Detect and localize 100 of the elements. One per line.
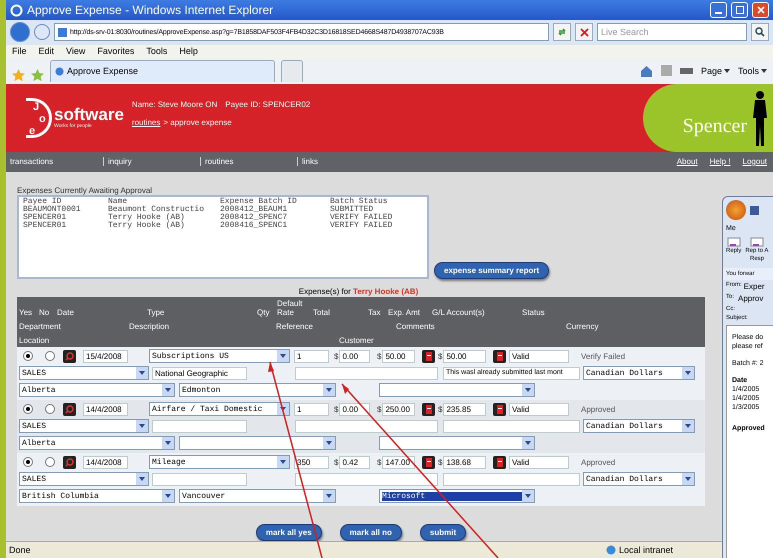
yes-radio[interactable] [23, 351, 33, 362]
search-icon[interactable] [63, 402, 76, 416]
action-button[interactable]: mark all no [340, 524, 402, 541]
description-field[interactable]: National Geographic [152, 366, 247, 380]
expense-list[interactable] [17, 194, 429, 279]
dropdown[interactable]: Canadian Dollars [583, 366, 695, 380]
list-cell[interactable]: SPENCER01 [23, 214, 108, 222]
reference-field[interactable] [295, 472, 438, 486]
comments-field[interactable] [443, 420, 580, 433]
action-button[interactable]: submit [420, 524, 466, 541]
nav-link[interactable]: Help ! [710, 157, 731, 166]
list-cell[interactable]: VERIFY FAILED [330, 214, 423, 222]
dropdown[interactable]: Alberta [19, 436, 175, 450]
list-cell[interactable]: 2008412_SPENC7 [220, 214, 330, 222]
amount-field[interactable]: 0.42 [339, 456, 370, 469]
dropdown[interactable] [179, 436, 336, 450]
amount-field[interactable]: 50.00 [382, 350, 416, 363]
comments-field[interactable] [443, 472, 580, 486]
action-button[interactable]: mark all yes [256, 524, 322, 541]
dropdown[interactable]: Mileage [149, 455, 290, 470]
home-icon[interactable] [640, 64, 653, 77]
close-button[interactable] [752, 2, 769, 18]
dropdown[interactable]: Canadian Dollars [583, 419, 695, 434]
quantity-field[interactable]: 1 [294, 402, 329, 416]
amount-field[interactable]: 147.00 [382, 456, 416, 469]
document-icon[interactable] [422, 350, 435, 363]
minimize-button[interactable] [710, 2, 727, 18]
save-icon[interactable] [750, 206, 759, 214]
dropdown[interactable]: Canadian Dollars [583, 472, 695, 486]
document-icon[interactable] [493, 350, 506, 363]
browser-tab[interactable]: Approve Expense [50, 60, 275, 82]
toolbar-menu[interactable]: Page [700, 66, 730, 76]
yes-radio[interactable] [23, 457, 33, 468]
amount-field[interactable]: 50.00 [443, 350, 486, 363]
refresh-button[interactable] [553, 23, 571, 42]
quantity-field[interactable]: 1 [294, 350, 329, 363]
nav-item[interactable]: inquiry [103, 157, 200, 166]
document-icon[interactable] [493, 402, 506, 416]
reference-field[interactable] [295, 366, 438, 380]
amount-field[interactable]: 138.68 [443, 456, 486, 469]
reference-field[interactable] [295, 420, 438, 433]
amount-field[interactable]: 0.00 [339, 350, 370, 363]
dropdown[interactable]: SALES [19, 366, 149, 380]
dropdown[interactable]: Edmonton [179, 383, 336, 398]
description-field[interactable] [152, 472, 247, 486]
dropdown[interactable]: Subscriptions US [149, 349, 290, 364]
nav-item[interactable]: transactions [6, 157, 103, 166]
toolbar-menu[interactable]: Tools [738, 66, 767, 76]
dropdown[interactable]: SALES [19, 419, 149, 434]
summary-report-button[interactable]: expense summary report [434, 262, 550, 279]
office-button[interactable] [726, 200, 746, 220]
dropdown[interactable]: Vancouver [179, 489, 336, 504]
breadcrumb-link[interactable]: routines [132, 118, 160, 128]
amount-field[interactable]: 0.00 [339, 402, 370, 416]
date-field[interactable]: 14/4/2008 [83, 456, 128, 469]
dropdown[interactable]: Airfare / Taxi Domestic [149, 402, 290, 416]
dropdown[interactable]: Microsoft [379, 489, 535, 504]
list-cell[interactable]: 2008416_SPENC1 [220, 222, 330, 230]
nav-item[interactable]: links [297, 157, 394, 166]
amount-field[interactable]: 235.85 [443, 402, 486, 416]
list-cell[interactable]: Beaumont Constructio [108, 206, 220, 214]
list-cell[interactable]: 2008412_BEAUM1 [220, 206, 330, 214]
list-cell[interactable]: Terry Hooke (AB) [108, 214, 220, 222]
forward-button[interactable] [34, 24, 50, 40]
date-field[interactable]: 15/4/2008 [83, 350, 128, 363]
back-button[interactable] [10, 22, 30, 42]
dropdown[interactable]: Alberta [19, 383, 175, 398]
list-cell[interactable]: SPENCER01 [23, 222, 108, 230]
menu-item[interactable]: Favorites [97, 46, 134, 58]
no-radio[interactable] [45, 351, 55, 362]
list-cell[interactable]: Terry Hooke (AB) [108, 222, 220, 230]
nav-link[interactable]: Logout [742, 157, 767, 166]
star-icon[interactable] [12, 68, 25, 82]
menu-item[interactable]: Tools [146, 46, 168, 58]
nav-link[interactable]: About [676, 157, 698, 166]
list-cell[interactable]: SUBMITTED [330, 206, 423, 214]
nav-item[interactable]: routines [200, 157, 297, 166]
dropdown[interactable]: SALES [19, 472, 149, 486]
quantity-field[interactable]: 350 [294, 456, 329, 469]
search-icon[interactable] [63, 456, 76, 469]
search-button[interactable] [751, 23, 769, 42]
no-radio[interactable] [45, 457, 55, 468]
gl-account-field[interactable]: Valid [509, 456, 569, 469]
date-field[interactable]: 14/4/2008 [83, 402, 128, 416]
dropdown[interactable]: British Columbia [19, 489, 175, 504]
document-icon[interactable] [422, 456, 435, 469]
amount-field[interactable]: 250.00 [382, 402, 416, 416]
dropdown[interactable] [379, 383, 535, 398]
gl-account-field[interactable]: Valid [509, 350, 569, 363]
list-cell[interactable]: VERIFY FAILED [330, 222, 423, 230]
gl-account-field[interactable]: Valid [509, 402, 569, 416]
menu-item[interactable]: View [66, 46, 86, 58]
description-field[interactable] [152, 420, 247, 433]
document-icon[interactable] [493, 456, 506, 469]
document-icon[interactable] [422, 402, 435, 416]
no-radio[interactable] [45, 404, 55, 414]
search-icon[interactable] [63, 350, 76, 363]
stop-button[interactable] [575, 23, 593, 42]
menu-item[interactable]: Edit [38, 46, 54, 58]
yes-radio[interactable] [23, 404, 33, 414]
